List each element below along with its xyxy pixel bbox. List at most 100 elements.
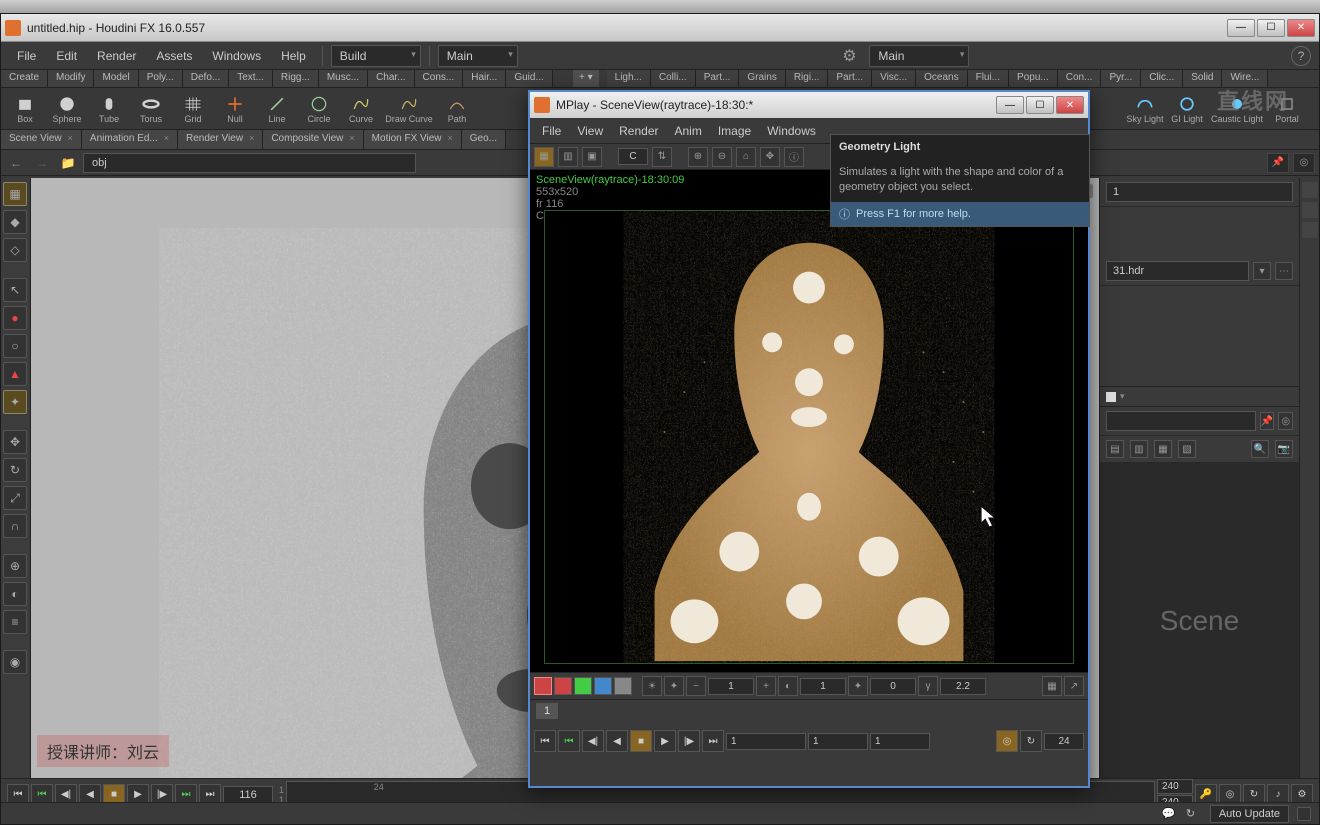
camera-icon-2[interactable]: 📷 (1275, 440, 1293, 458)
mp-step-fwd-button[interactable]: |▶ (678, 730, 700, 752)
swatch-r[interactable] (554, 677, 572, 695)
mplay-minimize-button[interactable]: — (996, 96, 1024, 114)
scope-icon-2[interactable]: ◎ (1278, 412, 1293, 430)
panel-icon[interactable] (1302, 182, 1318, 198)
refresh-icon[interactable]: ↻ (1186, 807, 1202, 821)
shelf-tab[interactable]: Clic... (1141, 70, 1183, 87)
swatch-a[interactable] (614, 677, 632, 695)
current-frame-input[interactable] (223, 786, 273, 804)
mp-play-button[interactable]: ▶ (654, 730, 676, 752)
shelf-tab[interactable]: Con... (1058, 70, 1102, 87)
context-dropdown[interactable]: Main (438, 45, 518, 67)
minimize-button[interactable]: — (1227, 19, 1255, 37)
shelf-tab[interactable]: Part... (696, 70, 740, 87)
mp-loop-button[interactable]: ↻ (1020, 730, 1042, 752)
tool-icon[interactable]: ◐ (3, 582, 27, 606)
folder-icon[interactable]: 📁 (57, 153, 79, 173)
shelf-tab[interactable]: Ligh... (607, 70, 651, 87)
hdr-file-input[interactable]: 31.hdr (1106, 261, 1249, 281)
scope-icon[interactable]: ◎ (1293, 153, 1315, 173)
mplay-titlebar[interactable]: MPlay - SceneView(raytrace)-18:30:* — ☐ … (530, 92, 1088, 118)
auto-update-dropdown[interactable]: Auto Update (1210, 805, 1289, 823)
pin-icon-2[interactable]: 📌 (1260, 412, 1275, 430)
pane-tab-geo[interactable]: Geo... (462, 130, 506, 149)
fit-icon[interactable]: ⌂ (736, 147, 756, 167)
channel-stepper[interactable]: ⇅ (652, 147, 672, 167)
mp-stop-button[interactable]: ■ (630, 730, 652, 752)
levels-icon[interactable]: ✦ (848, 676, 868, 696)
tool-sky-light[interactable]: Sky Light (1125, 90, 1165, 127)
value-input-1[interactable]: 1 (1106, 182, 1293, 202)
swatch-red[interactable] (534, 677, 552, 695)
gamma-icon[interactable]: γ (918, 676, 938, 696)
view-tool-icon[interactable]: ▦ (3, 182, 27, 206)
bright-icon[interactable]: ☀ (642, 676, 662, 696)
mplay-menu-file[interactable]: File (536, 120, 567, 142)
mplay-menu-windows[interactable]: Windows (761, 120, 822, 142)
mp-realtime-button[interactable]: ◎ (996, 730, 1018, 752)
tool-icon[interactable]: ● (3, 306, 27, 330)
note-icon[interactable]: ▥ (1130, 440, 1148, 458)
dropdown-icon[interactable]: ▾ (1253, 262, 1271, 280)
nav-path[interactable]: obj (83, 153, 416, 173)
sun-icon[interactable]: ✦ (664, 676, 684, 696)
output-icon[interactable]: ↗ (1064, 676, 1084, 696)
mp-range-end[interactable] (870, 733, 930, 750)
shelf-tab[interactable]: Oceans (916, 70, 967, 87)
shelf-tab[interactable]: Modify (48, 70, 94, 87)
tool-draw-curve[interactable]: Draw Curve (383, 90, 435, 127)
range-end-top[interactable] (1157, 779, 1193, 794)
tool-null[interactable]: Null (215, 90, 255, 127)
mplay-maximize-button[interactable]: ☐ (1026, 96, 1054, 114)
exposure-input[interactable] (708, 678, 754, 695)
shelf-tab[interactable]: Popu... (1009, 70, 1058, 87)
shelf-tab[interactable]: Char... (368, 70, 414, 87)
tool-icon[interactable]: ≡ (3, 610, 27, 634)
zoom-in-icon[interactable]: ⊕ (688, 147, 708, 167)
contrast-input[interactable] (870, 678, 916, 695)
context-dropdown-2[interactable]: Main (869, 45, 969, 67)
tool-torus[interactable]: Torus (131, 90, 171, 127)
shelf-tab[interactable]: Rigg... (273, 70, 319, 87)
menu-edit[interactable]: Edit (48, 45, 85, 67)
scale-tool-icon[interactable]: ⤢ (3, 486, 27, 510)
move-tool-icon[interactable]: ✥ (3, 430, 27, 454)
scene-panel[interactable]: Scene (1100, 463, 1299, 779)
list-icon[interactable]: ▤ (1106, 440, 1124, 458)
mplay-close-button[interactable]: ✕ (1056, 96, 1084, 114)
pane-tab-motion[interactable]: Motion FX View× (364, 130, 462, 149)
layout-icon-mp[interactable]: ▦ (1042, 676, 1062, 696)
tool-icon[interactable]: ○ (3, 334, 27, 358)
tool-icon[interactable]: ◇ (3, 238, 27, 262)
shelf-add[interactable]: + ▾ (573, 70, 599, 87)
shelf-tab[interactable]: Create (1, 70, 48, 87)
update-indicator[interactable] (1297, 807, 1311, 821)
menu-render[interactable]: Render (89, 45, 144, 67)
mp-fps-input[interactable] (1044, 733, 1084, 750)
mp-play-back-button[interactable]: ◀ (606, 730, 628, 752)
snap-tool-icon[interactable]: ∩ (3, 514, 27, 538)
shelf-tab[interactable]: Colli... (651, 70, 696, 87)
mp-first-button[interactable]: ⏮ (534, 730, 556, 752)
tool-icon[interactable]: ◉ (3, 650, 27, 674)
mp-last-button[interactable]: ⏭ (702, 730, 724, 752)
mplay-viewport[interactable]: SceneView(raytrace)-18:30:09 553x520 fr … (530, 170, 1088, 672)
mplay-menu-image[interactable]: Image (712, 120, 757, 142)
contrast-icon[interactable]: ◐ (778, 676, 798, 696)
mplay-menu-render[interactable]: Render (613, 120, 664, 142)
shelf-tab[interactable]: Model (94, 70, 138, 87)
shelf-tab[interactable]: Poly... (139, 70, 183, 87)
folder-icon-2[interactable]: ▧ (1178, 440, 1196, 458)
tool-box[interactable]: Box (5, 90, 45, 127)
panel-icon[interactable] (1302, 202, 1318, 218)
mp-prev-key-button[interactable]: ⏮ (558, 730, 580, 752)
tool-icon[interactable]: ◆ (3, 210, 27, 234)
browse-icon[interactable]: ⋯ (1275, 262, 1293, 280)
mplay-menu-view[interactable]: View (571, 120, 609, 142)
tool-icon[interactable]: ✦ (3, 390, 27, 414)
split-icon[interactable]: ▥ (558, 147, 578, 167)
tool-line[interactable]: Line (257, 90, 297, 127)
tool-sphere[interactable]: Sphere (47, 90, 87, 127)
swatch-g[interactable] (574, 677, 592, 695)
image-icon[interactable]: ▦ (1154, 440, 1172, 458)
